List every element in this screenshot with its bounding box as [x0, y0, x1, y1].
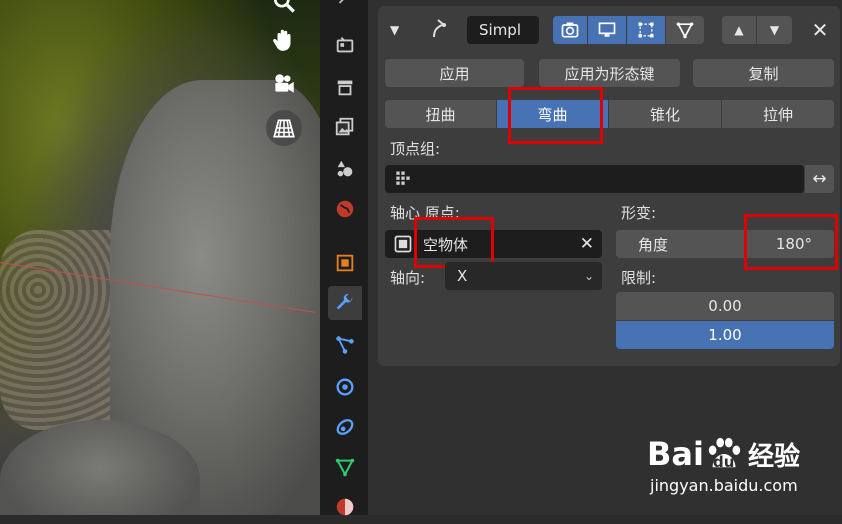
limit-min-field[interactable]: 0.00 — [616, 292, 834, 320]
chevron-down-icon: ⌄ — [583, 269, 594, 283]
edit-mode-icon[interactable] — [553, 16, 587, 44]
highlight-box-origin — [414, 217, 494, 268]
angle-label: 角度 — [638, 235, 669, 254]
vertex-group-icon — [396, 171, 410, 185]
camera-icon[interactable] — [266, 66, 302, 102]
watermark-url: jingyan.baidu.com — [650, 476, 798, 495]
cage-icon[interactable] — [666, 16, 704, 44]
simple-deform-icon — [428, 16, 454, 44]
axis-dropdown[interactable]: X ⌄ — [445, 262, 602, 290]
world-tab-icon[interactable] — [328, 192, 362, 226]
data-tab-icon[interactable] — [328, 450, 362, 484]
vertex-group-label: 顶点组: — [390, 140, 441, 158]
tool-tab-icon[interactable] — [328, 0, 362, 20]
baidu-watermark-logo: Bai du 经验 — [647, 432, 800, 476]
modifier-visibility-toggles — [553, 16, 713, 44]
physics-tab-icon[interactable] — [328, 370, 362, 404]
particles-tab-icon[interactable] — [328, 328, 362, 362]
hand-icon[interactable] — [266, 22, 302, 58]
paw-icon: du — [705, 435, 743, 473]
scene-tab-icon[interactable] — [328, 152, 362, 186]
object-tab-icon[interactable] — [328, 246, 362, 280]
zoom-icon[interactable] — [266, 0, 302, 22]
limit-max-field[interactable]: 1.00 — [616, 321, 834, 349]
constraints-tab-icon[interactable] — [328, 410, 362, 444]
render-tab-icon[interactable] — [328, 28, 362, 62]
modifier-tab-icon[interactable] — [328, 286, 362, 320]
view-layer-tab-icon[interactable] — [328, 110, 362, 144]
limits-label: 限制: — [621, 269, 657, 287]
move-down-icon[interactable]: ▼ — [757, 16, 792, 44]
grid-icon[interactable] — [266, 110, 302, 146]
watermark-brand-b: du — [712, 453, 735, 471]
invert-arrows-icon[interactable]: ↔ — [805, 165, 834, 193]
3d-viewport[interactable] — [0, 0, 320, 515]
apply-button[interactable]: 应用 — [385, 59, 524, 87]
render-display-icon[interactable] — [627, 16, 665, 44]
viewport-display-icon[interactable] — [588, 16, 626, 44]
mode-twist-button[interactable]: 扭曲 — [385, 100, 496, 128]
material-tab-icon[interactable] — [328, 490, 362, 524]
watermark-brand-cn: 经验 — [747, 441, 800, 472]
clear-field-icon[interactable]: ✕ — [580, 234, 594, 254]
axis-label: 轴向: — [390, 269, 426, 287]
reorder-buttons: ▲ ▼ — [722, 16, 792, 44]
collapse-arrow-icon[interactable]: ▼ — [390, 18, 406, 42]
deform-mode-selector: 扭曲 弯曲 锥化 拉伸 — [385, 100, 834, 128]
axis-value: X — [457, 267, 468, 285]
apply-as-shape-key-button[interactable]: 应用为形态键 — [539, 59, 680, 87]
highlight-box-angle — [744, 214, 838, 270]
move-up-icon[interactable]: ▲ — [722, 16, 756, 44]
mode-taper-button[interactable]: 锥化 — [609, 100, 721, 128]
deform-label: 形变: — [621, 204, 657, 222]
highlight-box-bend — [508, 87, 603, 144]
mode-stretch-button[interactable]: 拉伸 — [722, 100, 834, 128]
vertex-group-field[interactable] — [385, 165, 804, 193]
close-icon[interactable]: ✕ — [808, 16, 832, 44]
empty-object-icon — [394, 235, 412, 253]
watermark-brand-a: Bai — [647, 435, 704, 473]
copy-button[interactable]: 复制 — [693, 59, 834, 87]
modifier-name-field[interactable]: Simpl — [467, 16, 539, 44]
output-tab-icon[interactable] — [328, 70, 362, 104]
